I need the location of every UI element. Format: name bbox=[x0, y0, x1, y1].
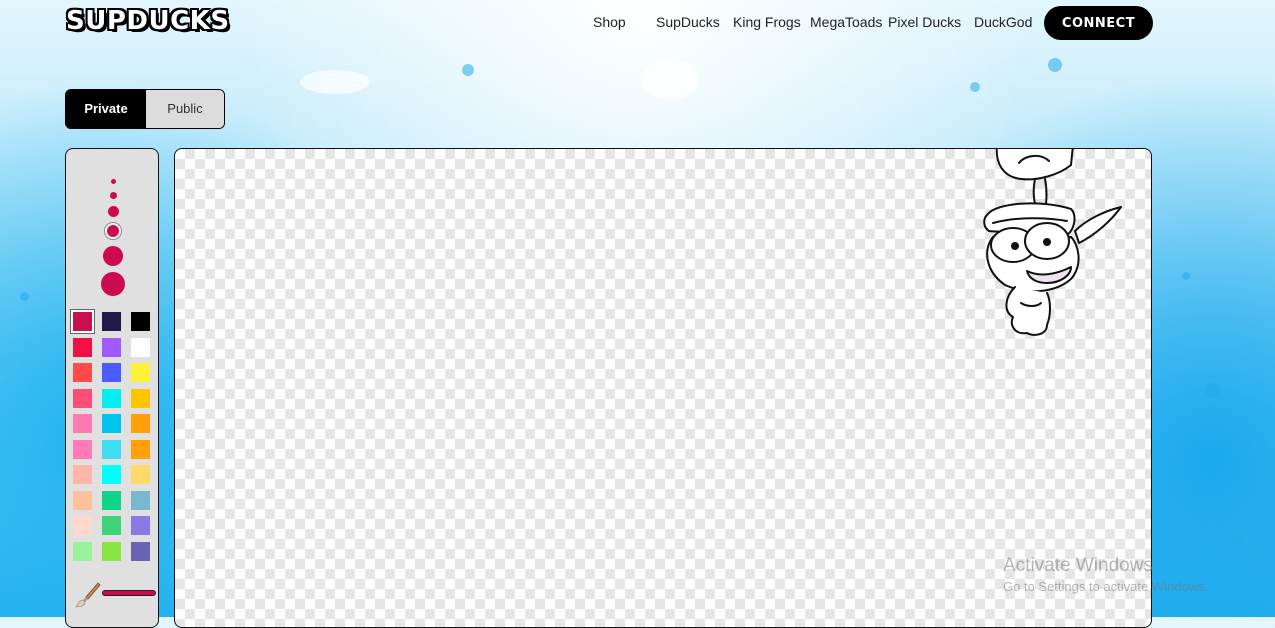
color-swatch[interactable] bbox=[131, 414, 150, 433]
activate-subtitle: Go to Settings to activate Windows. bbox=[1003, 579, 1209, 594]
color-swatch[interactable] bbox=[102, 388, 121, 408]
color-swatch[interactable] bbox=[131, 337, 150, 357]
color-swatch[interactable] bbox=[73, 337, 92, 357]
nav-shop[interactable]: Shop bbox=[593, 14, 626, 30]
color-swatch[interactable] bbox=[73, 541, 92, 561]
color-swatch[interactable] bbox=[73, 363, 92, 382]
connect-button[interactable]: CONNECT bbox=[1044, 6, 1153, 40]
color-swatch[interactable] bbox=[131, 363, 150, 382]
color-swatch[interactable] bbox=[102, 312, 121, 331]
color-swatch[interactable] bbox=[73, 312, 92, 331]
toggle-public[interactable]: Public bbox=[146, 90, 224, 128]
color-swatch[interactable] bbox=[102, 414, 121, 433]
color-swatch[interactable] bbox=[131, 516, 150, 535]
color-swatch[interactable] bbox=[102, 465, 121, 484]
color-swatch[interactable] bbox=[102, 439, 121, 459]
duck-character-sticker bbox=[983, 149, 1122, 336]
color-swatch[interactable] bbox=[102, 541, 121, 561]
nav-pixel-ducks[interactable]: Pixel Ducks bbox=[888, 14, 961, 30]
color-swatch[interactable] bbox=[131, 439, 150, 459]
brush-preview bbox=[102, 590, 156, 596]
color-swatch[interactable] bbox=[102, 516, 121, 535]
activate-windows-watermark: Activate Windows Go to Settings to activ… bbox=[1003, 555, 1208, 594]
activate-title: Activate Windows bbox=[1003, 555, 1153, 576]
toggle-private[interactable]: Private bbox=[66, 90, 146, 128]
paintbrush-icon[interactable] bbox=[74, 581, 102, 609]
color-swatch[interactable] bbox=[131, 388, 150, 408]
visibility-toggle: Private Public bbox=[65, 89, 225, 129]
color-swatch[interactable] bbox=[131, 490, 150, 510]
nav-king-frogs[interactable]: King Frogs bbox=[733, 14, 801, 30]
color-swatch[interactable] bbox=[131, 541, 150, 561]
color-swatch[interactable] bbox=[102, 490, 121, 510]
brush-size-m[interactable] bbox=[108, 206, 119, 217]
color-swatch[interactable] bbox=[73, 516, 92, 535]
brand-logo[interactable]: SUPDUCKS bbox=[66, 6, 230, 36]
color-swatch[interactable] bbox=[131, 312, 150, 331]
color-swatch[interactable] bbox=[73, 490, 92, 510]
brush-size-s[interactable] bbox=[110, 192, 117, 199]
nav-megatoads[interactable]: MegaToads bbox=[810, 14, 882, 30]
brush-size-l[interactable] bbox=[107, 225, 119, 237]
drawing-tools-panel bbox=[65, 148, 159, 628]
brush-size-xxl[interactable] bbox=[101, 272, 125, 296]
color-swatch[interactable] bbox=[73, 465, 92, 484]
color-swatch[interactable] bbox=[131, 465, 150, 484]
color-swatch[interactable] bbox=[73, 414, 92, 433]
nav-duckgod[interactable]: DuckGod bbox=[974, 14, 1032, 30]
color-swatch[interactable] bbox=[73, 388, 92, 408]
color-swatch[interactable] bbox=[102, 363, 121, 382]
nav-supducks[interactable]: SupDucks bbox=[656, 14, 720, 30]
color-swatch[interactable] bbox=[102, 337, 121, 357]
brush-size-xl[interactable] bbox=[103, 246, 123, 266]
color-swatch[interactable] bbox=[73, 439, 92, 459]
brush-size-xs[interactable] bbox=[111, 179, 116, 184]
